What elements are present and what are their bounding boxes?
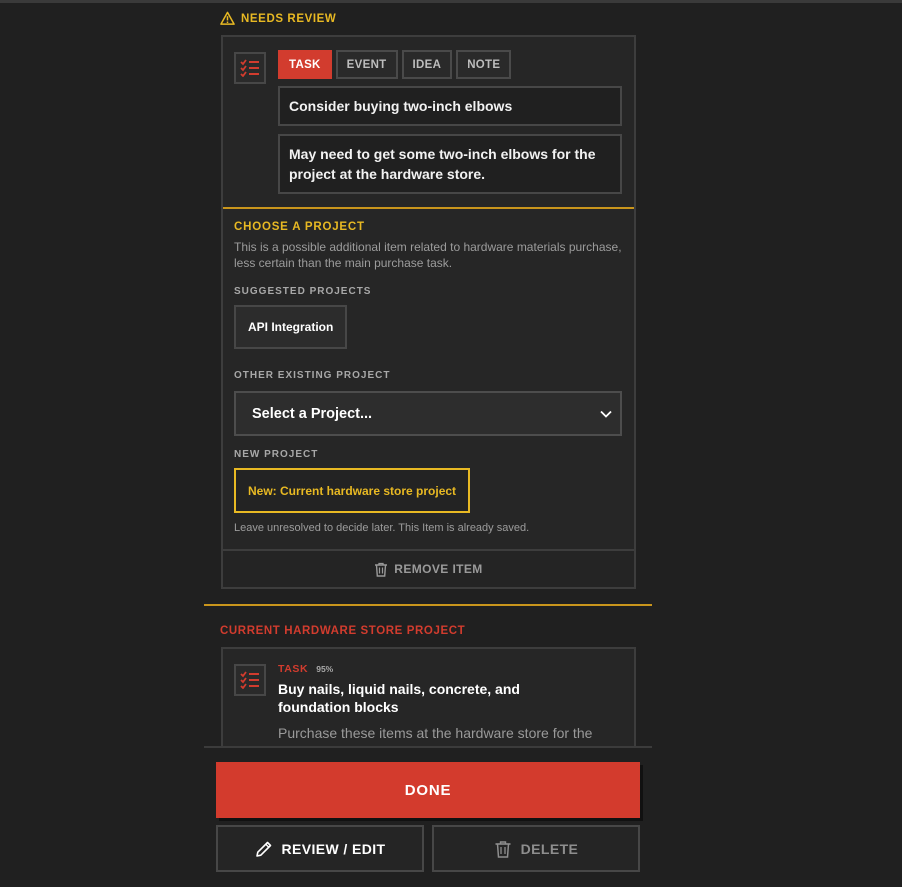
item-description-input[interactable]: May need to get some two-inch elbows for… bbox=[278, 134, 622, 194]
tab-task[interactable]: TASK bbox=[278, 50, 332, 79]
item-meta: TASK 95% bbox=[278, 663, 333, 675]
remove-item-button[interactable]: REMOVE ITEM bbox=[223, 549, 634, 587]
project-group-label: CURRENT HARDWARE STORE PROJECT bbox=[220, 625, 466, 637]
choose-project-section: CHOOSE A PROJECT This is a possible addi… bbox=[234, 221, 624, 271]
item-description: Purchase these items at the hardware sto… bbox=[278, 725, 593, 748]
item-title-input[interactable]: Consider buying two-inch elbows bbox=[278, 86, 622, 126]
delete-button[interactable]: DELETE bbox=[432, 825, 640, 872]
group-divider bbox=[204, 604, 652, 606]
tab-note[interactable]: NOTE bbox=[456, 50, 512, 79]
review-status-text: NEEDS REVIEW bbox=[241, 12, 337, 25]
project-item-card[interactable]: TASK 95% Buy nails, liquid nails, concre… bbox=[221, 647, 636, 748]
confidence-badge: 95% bbox=[316, 664, 334, 674]
section-divider bbox=[223, 207, 634, 209]
delete-label: DELETE bbox=[520, 840, 579, 857]
task-type-icon bbox=[234, 52, 266, 84]
remove-item-label: REMOVE ITEM bbox=[394, 562, 483, 576]
needs-review-label: NEEDS REVIEW bbox=[220, 11, 336, 26]
new-project-heading: NEW PROJECT bbox=[234, 449, 319, 460]
chevron-down-icon bbox=[600, 410, 612, 418]
item-type-tabs: TASK EVENT IDEA NOTE bbox=[278, 50, 512, 79]
review-item-card: TASK EVENT IDEA NOTE Consider buying two… bbox=[221, 35, 636, 589]
item-editor: TASK EVENT IDEA NOTE Consider buying two… bbox=[223, 37, 634, 207]
other-project-heading: OTHER EXISTING PROJECT bbox=[234, 370, 391, 381]
review-edit-button[interactable]: REVIEW / EDIT bbox=[216, 825, 424, 872]
tab-event[interactable]: EVENT bbox=[335, 50, 398, 79]
window-top-border bbox=[0, 0, 902, 3]
warning-icon bbox=[220, 11, 235, 25]
trash-icon bbox=[375, 562, 388, 577]
checklist-icon bbox=[240, 59, 259, 77]
project-select-value: Select a Project... bbox=[252, 405, 373, 422]
item-type-label: TASK bbox=[278, 663, 309, 675]
unresolved-hint: Leave unresolved to decide later. This I… bbox=[234, 522, 530, 534]
trash-icon bbox=[495, 840, 511, 858]
item-title: Buy nails, liquid nails, concrete, and f… bbox=[278, 681, 520, 715]
new-project-button[interactable]: New: Current hardware store project bbox=[234, 468, 471, 513]
done-button[interactable]: DONE bbox=[216, 762, 640, 818]
suggested-projects-heading: SUGGESTED PROJECTS bbox=[234, 286, 372, 297]
choose-project-heading: CHOOSE A PROJECT bbox=[234, 221, 365, 233]
tab-idea[interactable]: IDEA bbox=[401, 50, 453, 79]
task-type-icon bbox=[234, 664, 266, 696]
suggested-project-chip[interactable]: API Integration bbox=[234, 305, 348, 349]
checklist-icon bbox=[240, 671, 259, 689]
pencil-icon bbox=[255, 841, 271, 857]
review-edit-label: REVIEW / EDIT bbox=[281, 840, 386, 857]
choose-project-explanation: This is a possible additional item relat… bbox=[234, 240, 622, 270]
project-select[interactable]: Select a Project... bbox=[234, 391, 622, 436]
scroll-fade-edge bbox=[204, 746, 652, 748]
